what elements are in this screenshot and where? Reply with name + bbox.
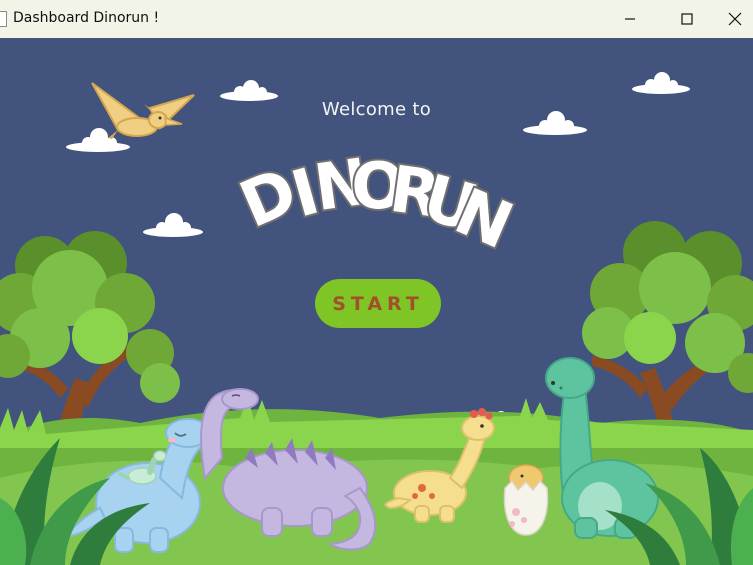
maximize-button[interactable]: [664, 0, 710, 38]
dashboard-content: DINORUN Welcome to START: [0, 38, 753, 565]
minimize-button[interactable]: [607, 0, 653, 38]
title-bar[interactable]: Dashboard Dinorun !: [0, 0, 753, 39]
minimize-icon: [625, 18, 635, 20]
window-title: Dashboard Dinorun !: [13, 10, 160, 26]
close-icon: [728, 12, 742, 26]
welcome-text: Welcome to: [321, 99, 432, 120]
app-icon: [0, 11, 7, 27]
start-button[interactable]: START: [315, 279, 441, 328]
close-button[interactable]: [712, 0, 753, 38]
app-window: Dashboard Dinorun ! DINORUN Welcome to S…: [0, 0, 753, 565]
hatching-egg: [503, 464, 549, 536]
maximize-icon: [681, 13, 693, 25]
